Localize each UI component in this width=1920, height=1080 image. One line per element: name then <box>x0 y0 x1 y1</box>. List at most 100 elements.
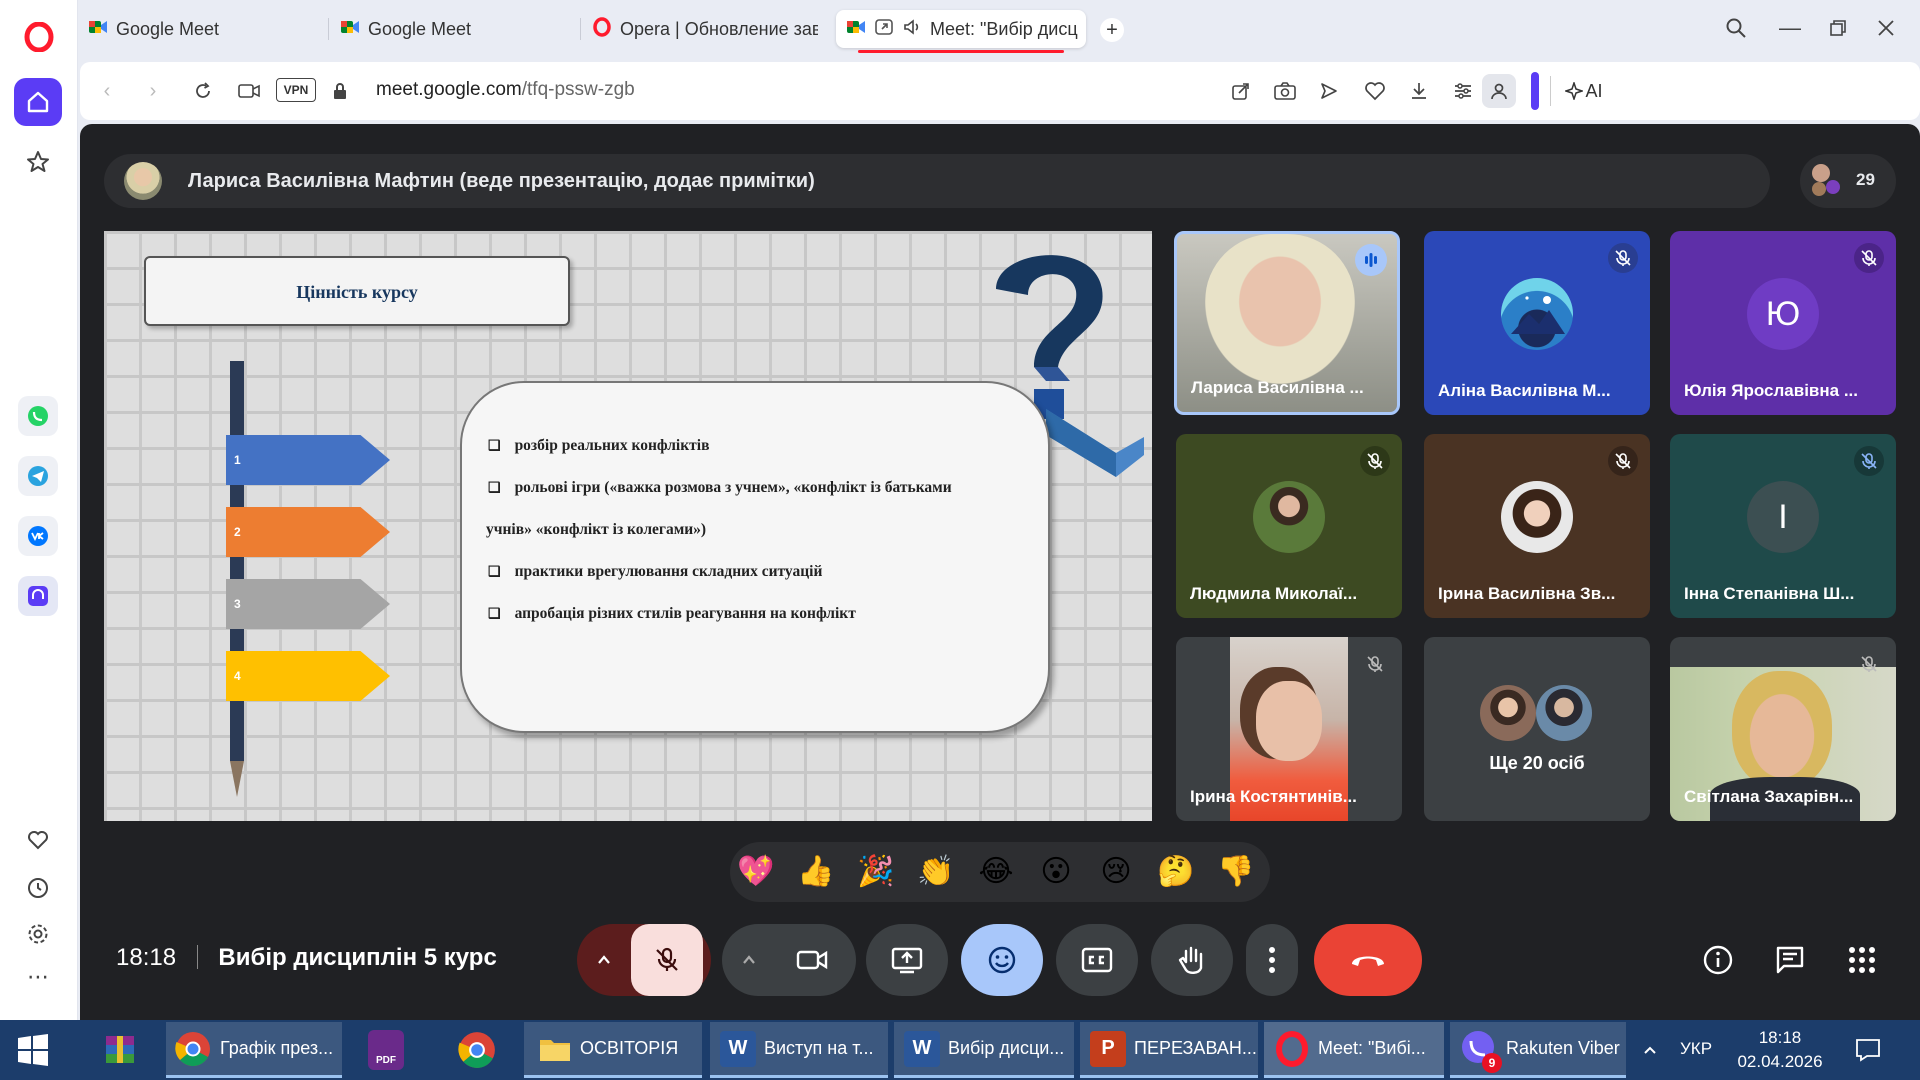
picture-in-picture-icon[interactable] <box>874 17 894 42</box>
notifications-icon[interactable] <box>1848 1032 1888 1068</box>
lock-icon[interactable] <box>328 76 352 106</box>
opera-sidebar: ⋯ <box>0 0 78 1020</box>
meeting-details-info-icon[interactable] <box>1698 940 1738 980</box>
music-player-icon[interactable] <box>18 576 58 616</box>
reaction-thinking[interactable]: 🤔 <box>1156 854 1196 889</box>
favorite-heart-icon[interactable] <box>1360 76 1390 106</box>
present-screen-button[interactable] <box>866 924 948 996</box>
whatsapp-icon[interactable] <box>18 396 58 436</box>
step-number: 1 <box>234 453 241 467</box>
mic-off-icon <box>1854 446 1884 476</box>
participant-tile[interactable]: Світлана Захарівн... <box>1670 637 1896 821</box>
captions-button[interactable] <box>1056 924 1138 996</box>
snapshot-camera-icon[interactable] <box>1270 76 1300 106</box>
more-participants-label: Ще 20 осіб <box>1489 753 1585 773</box>
emoji-smile-icon <box>988 946 1016 974</box>
opera-logo-icon[interactable] <box>18 16 60 58</box>
camera-indicator-icon[interactable] <box>234 76 264 106</box>
mini-avatar <box>1826 180 1840 194</box>
profile-icon[interactable] <box>1482 74 1516 108</box>
mic-options-chevron-icon[interactable] <box>577 924 631 996</box>
participant-tile-speaking[interactable]: Лариса Василівна ... <box>1174 231 1400 415</box>
more-options-button[interactable] <box>1246 924 1298 996</box>
chrome-icon[interactable] <box>450 1026 504 1074</box>
tab-google-meet-1[interactable]: Google Meet <box>78 10 318 48</box>
taskbar-app-opera-meet[interactable]: Meet: "Вибі... <box>1264 1022 1444 1078</box>
camera-options-chevron-icon[interactable] <box>722 924 776 996</box>
end-call-button[interactable] <box>1314 924 1422 996</box>
home-icon[interactable] <box>14 78 62 126</box>
windows-start-icon[interactable] <box>10 1028 56 1072</box>
url-text[interactable]: meet.google.com/tfq-pssw-zgb <box>376 79 635 101</box>
tab-meet-active[interactable]: Meet: "Вибір дисц <box>836 10 1086 48</box>
new-tab-plus-icon[interactable]: + <box>1100 18 1124 42</box>
restore-window-icon[interactable] <box>1820 12 1856 44</box>
easy-setup-icon[interactable] <box>1448 76 1478 106</box>
participant-tile[interactable]: Ірина Костянтинів... <box>1176 637 1402 821</box>
more-dots-icon[interactable]: ⋯ <box>18 962 58 992</box>
taskbar-app-explorer[interactable]: ОСВІТОРІЯ <box>524 1022 702 1078</box>
vk-icon[interactable] <box>18 516 58 556</box>
search-tabs-icon[interactable] <box>1718 12 1754 44</box>
telegram-icon[interactable] <box>18 456 58 496</box>
activities-grid-icon[interactable] <box>1842 940 1882 980</box>
more-participants-tile[interactable]: Ще 20 осіб <box>1424 637 1650 821</box>
system-clock[interactable]: 18:18 02.04.2026 <box>1730 1026 1830 1074</box>
tab-opera-update[interactable]: Opera | Обновление заве <box>582 10 818 48</box>
heart-icon[interactable] <box>18 820 58 860</box>
reaction-laugh[interactable]: 😂 <box>976 854 1016 889</box>
taskbar-app-label: Графік през... <box>220 1038 334 1058</box>
pdf-app-icon[interactable]: PDF <box>362 1026 410 1074</box>
aria-ai-button[interactable]: AI <box>1558 76 1610 106</box>
participant-name: Ірина Костянтинів... <box>1190 787 1357 806</box>
tab-google-meet-2[interactable]: Google Meet <box>330 10 570 48</box>
camera-toggle-button[interactable] <box>776 924 848 996</box>
chat-icon[interactable] <box>1770 940 1810 980</box>
participant-tile[interactable]: Ірина Василівна Зв... <box>1424 434 1650 618</box>
flow-send-icon[interactable] <box>1314 76 1344 106</box>
participant-tile[interactable]: Аліна Василівна М... <box>1424 231 1650 415</box>
share-page-icon[interactable] <box>1226 76 1256 106</box>
reaction-party[interactable]: 🎉 <box>856 854 896 889</box>
minimize-icon[interactable]: — <box>1772 12 1808 44</box>
participants-count-button[interactable]: 29 <box>1800 154 1896 208</box>
speaker-audio-icon[interactable] <box>902 17 922 42</box>
participant-tile[interactable]: І Інна Степанівна Ш... <box>1670 434 1896 618</box>
taskbar-app-word-2[interactable]: W Вибір дисци... <box>894 1022 1074 1078</box>
taskbar-app-chrome-schedule[interactable]: Графік през... <box>166 1022 342 1078</box>
reaction-clap[interactable]: 👏 <box>916 854 956 889</box>
input-language[interactable]: УКР <box>1680 1039 1712 1059</box>
reaction-thumbs-down[interactable]: 👎 <box>1216 854 1256 889</box>
participant-tile[interactable]: Ю Юлія Ярославівна ... <box>1670 231 1896 415</box>
tray-chevron-up-icon[interactable] <box>1638 1036 1662 1064</box>
close-window-icon[interactable] <box>1868 12 1904 44</box>
taskbar-app-viber[interactable]: 9 Rakuten Viber <box>1450 1022 1626 1078</box>
history-clock-icon[interactable] <box>18 868 58 908</box>
vpn-badge[interactable]: VPN <box>276 78 316 102</box>
forward-chevron-icon[interactable]: › <box>138 76 168 106</box>
reaction-heart[interactable]: 💖 <box>736 854 776 889</box>
tab-divider <box>580 18 581 40</box>
reaction-sad[interactable]: 😢 <box>1096 854 1136 889</box>
participant-avatar <box>1536 685 1592 741</box>
reaction-thumbs-up[interactable]: 👍 <box>796 854 836 889</box>
back-chevron-icon[interactable]: ‹ <box>92 76 122 106</box>
bookmarks-star-icon[interactable] <box>18 142 58 182</box>
taskbar-app-word-1[interactable]: W Виступ на т... <box>710 1022 888 1078</box>
settings-gear-icon[interactable] <box>18 914 58 954</box>
sparkle-icon <box>1565 82 1584 100</box>
reactions-button[interactable] <box>961 924 1043 996</box>
presentation-slide[interactable]: Цінність курсу 1 2 3 4 ❑ розбір реальних … <box>104 231 1152 821</box>
sidebar-toggle-bar[interactable] <box>1531 72 1539 110</box>
clock-time: 18:18 <box>1758 1028 1802 1047</box>
reaction-surprised[interactable]: 😮 <box>1036 854 1076 889</box>
winrar-icon[interactable] <box>96 1026 144 1074</box>
taskbar-app-powerpoint[interactable]: P ПЕРЕЗАВАН... <box>1080 1022 1258 1078</box>
raise-hand-button[interactable] <box>1151 924 1233 996</box>
download-icon[interactable] <box>1404 76 1434 106</box>
reload-icon[interactable] <box>188 76 218 106</box>
hang-up-phone-icon <box>1352 956 1384 966</box>
mic-toggle-button[interactable] <box>631 924 703 996</box>
taskbar-app-label: ПЕРЕЗАВАН... <box>1134 1038 1257 1058</box>
participant-tile[interactable]: Людмила Миколаї... <box>1176 434 1402 618</box>
